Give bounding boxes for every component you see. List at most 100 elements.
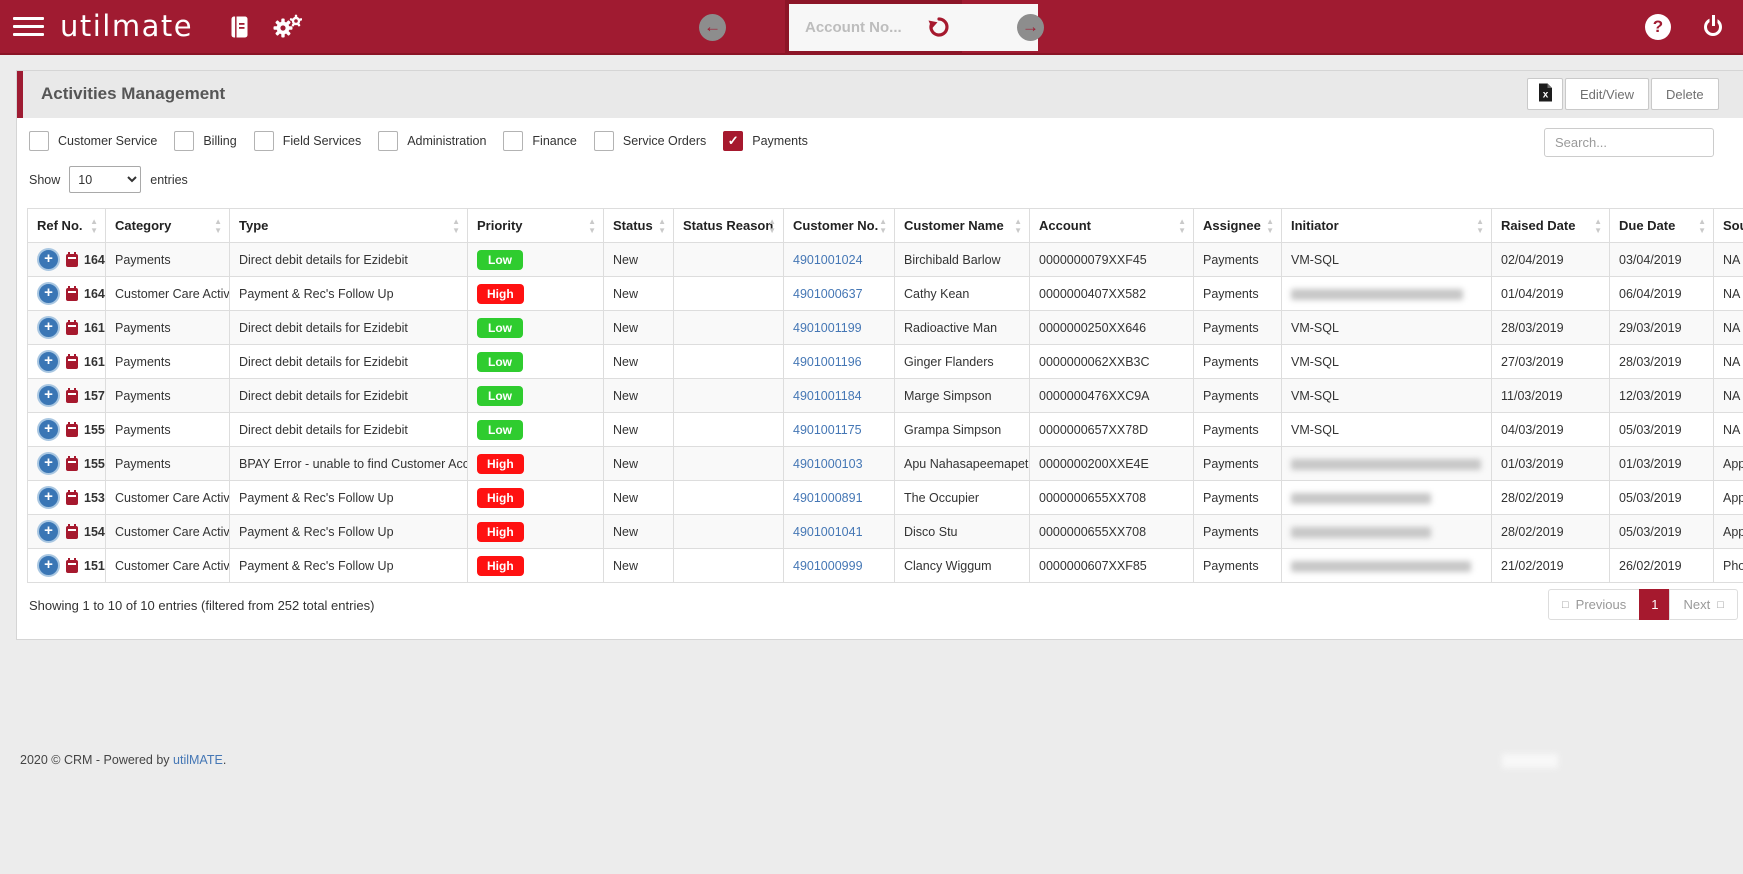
column-header-type[interactable]: Type ▲ ▼ [229, 208, 468, 243]
checkbox-icon[interactable] [378, 131, 399, 151]
sort-icon[interactable]: ▲ ▼ [658, 217, 666, 235]
sort-icon[interactable]: ▲ ▼ [1178, 217, 1186, 235]
entries-count-select[interactable]: 10 [69, 166, 142, 193]
expand-row-plus-icon[interactable] [37, 520, 60, 543]
calendar-icon[interactable] [66, 319, 78, 335]
logout-power-icon[interactable] [1701, 15, 1725, 39]
customer-no-link[interactable]: 4901001041 [793, 525, 863, 539]
cell-due-date: 03/04/2019 [1609, 242, 1714, 277]
undo-reset-icon[interactable] [928, 16, 950, 38]
previous-account-arrow-icon[interactable] [699, 14, 726, 41]
app-logo[interactable]: utilmate [60, 9, 193, 43]
sort-icon[interactable]: ▲ ▼ [1476, 217, 1484, 235]
next-account-arrow-icon[interactable] [1017, 14, 1044, 41]
column-header-ref-no[interactable]: Ref No. ▲ ▼ [27, 208, 106, 243]
book-icon[interactable] [231, 16, 248, 43]
column-header-assignee[interactable]: Assignee ▲ ▼ [1193, 208, 1282, 243]
cell-status: New [603, 344, 674, 379]
checkbox-icon[interactable] [253, 131, 274, 151]
column-header-status[interactable]: Status ▲ ▼ [603, 208, 674, 243]
pagination-previous-button[interactable]: □ Previous [1548, 589, 1641, 620]
sort-icon[interactable]: ▲ ▼ [90, 217, 98, 235]
expand-row-plus-icon[interactable] [37, 486, 60, 509]
calendar-icon[interactable] [66, 421, 78, 437]
expand-row-plus-icon[interactable] [37, 554, 60, 577]
column-header-category[interactable]: Category ▲ ▼ [105, 208, 230, 243]
customer-no-link[interactable]: 4901001199 [793, 321, 862, 335]
redacted-initiator [1291, 288, 1463, 300]
sort-icon[interactable]: ▲ ▼ [768, 217, 776, 235]
checkbox-icon[interactable] [593, 131, 614, 151]
customer-no-link[interactable]: 4901000999 [793, 559, 863, 573]
cell-priority: Low [467, 412, 604, 447]
show-label: Show [29, 172, 61, 187]
column-header-priority[interactable]: Priority ▲ ▼ [467, 208, 604, 243]
checkbox-checked-icon[interactable] [723, 131, 744, 151]
sort-icon[interactable]: ▲ ▼ [1594, 217, 1602, 235]
customer-no-link[interactable]: 4901000637 [793, 287, 863, 301]
customer-no-link[interactable]: 4901001175 [793, 423, 862, 437]
calendar-icon[interactable] [66, 285, 78, 301]
excel-file-icon: x [1538, 83, 1553, 105]
table-search-input[interactable] [1544, 128, 1714, 157]
calendar-icon[interactable] [66, 523, 78, 539]
sort-icon[interactable]: ▲ ▼ [214, 217, 222, 235]
sort-icon[interactable]: ▲ ▼ [879, 217, 887, 235]
show-entries-control: Show 10 entries [29, 166, 188, 193]
calendar-icon[interactable] [66, 489, 78, 505]
column-header-initiator[interactable]: Initiator ▲ ▼ [1281, 208, 1492, 243]
expand-row-plus-icon[interactable] [37, 418, 60, 441]
customer-no-link[interactable]: 4901001184 [793, 389, 862, 403]
filter-administration[interactable]: Administration [378, 131, 486, 151]
filter-finance[interactable]: Finance [503, 131, 577, 151]
filter-service-orders[interactable]: Service Orders [593, 131, 706, 151]
calendar-icon[interactable] [66, 387, 78, 403]
column-header-account[interactable]: Account ▲ ▼ [1029, 208, 1194, 243]
utilmate-footer-link[interactable]: utilMATE [173, 753, 223, 767]
filter-billing[interactable]: Billing [174, 131, 237, 151]
sort-icon[interactable]: ▲ ▼ [1698, 217, 1706, 235]
calendar-icon[interactable] [66, 353, 78, 369]
customer-no-link[interactable]: 4901000891 [793, 491, 863, 505]
checkbox-icon[interactable] [503, 131, 524, 151]
sort-icon[interactable]: ▲ ▼ [1014, 217, 1022, 235]
customer-no-link[interactable]: 4901000103 [793, 457, 863, 471]
calendar-icon[interactable] [66, 455, 78, 471]
expand-row-plus-icon[interactable] [37, 350, 60, 373]
column-header-customer-name[interactable]: Customer Name ▲ ▼ [894, 208, 1030, 243]
account-search-input[interactable] [789, 4, 1038, 51]
cell-raised-date: 28/02/2019 [1491, 514, 1610, 549]
column-header-source[interactable]: Source▲▼ [1713, 208, 1743, 243]
delete-button[interactable]: Delete [1650, 78, 1719, 110]
column-header-raised-date[interactable]: Raised Date ▲ ▼ [1491, 208, 1610, 243]
expand-row-plus-icon[interactable] [37, 282, 60, 305]
column-header-due-date[interactable]: Due Date ▲ ▼ [1609, 208, 1714, 243]
filter-customer-service[interactable]: Customer Service [29, 131, 157, 151]
expand-row-plus-icon[interactable] [37, 452, 60, 475]
pagination-page-1-button[interactable]: 1 [1639, 589, 1671, 620]
column-header-customer-no[interactable]: Customer No. ▲ ▼ [783, 208, 895, 243]
edit-view-button[interactable]: Edit/View [1565, 78, 1649, 110]
checkbox-icon[interactable] [29, 131, 49, 151]
pagination-next-button[interactable]: Next □ [1669, 589, 1738, 620]
filter-payments[interactable]: Payments [723, 131, 808, 151]
expand-row-plus-icon[interactable] [37, 316, 60, 339]
expand-row-plus-icon[interactable] [37, 384, 60, 407]
expand-row-plus-icon[interactable] [37, 248, 60, 271]
cell-priority: High [467, 276, 604, 311]
column-header-status-reason[interactable]: Status Reason ▲ ▼ [673, 208, 784, 243]
sort-icon[interactable]: ▲ ▼ [588, 217, 596, 235]
table-row: 16472PaymentsDirect debit details for Ez… [27, 242, 1743, 277]
help-icon[interactable] [1645, 14, 1671, 40]
checkbox-icon[interactable] [174, 131, 195, 151]
settings-gears-icon[interactable] [272, 14, 303, 45]
sort-icon[interactable]: ▲ ▼ [1266, 217, 1274, 235]
menu-hamburger-icon[interactable] [13, 17, 44, 41]
sort-icon[interactable]: ▲ ▼ [452, 217, 460, 235]
customer-no-link[interactable]: 4901001196 [793, 355, 862, 369]
customer-no-link[interactable]: 4901001024 [793, 253, 863, 267]
calendar-icon[interactable] [66, 557, 78, 573]
filter-field-services[interactable]: Field Services [253, 131, 361, 151]
export-excel-button[interactable]: x [1527, 78, 1563, 110]
calendar-icon[interactable] [66, 251, 78, 267]
